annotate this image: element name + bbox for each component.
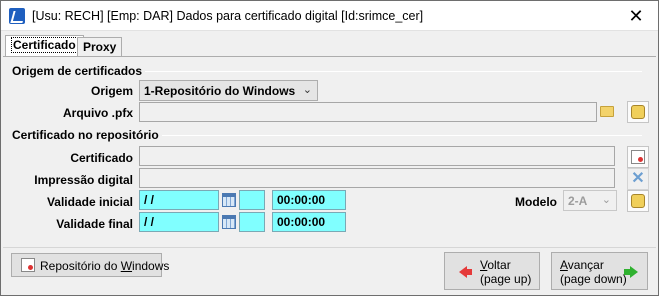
clear-x-icon: ✕ xyxy=(631,170,645,187)
certificate-icon xyxy=(631,150,645,164)
app-icon xyxy=(9,8,25,24)
lock-icon xyxy=(631,194,645,208)
tab-certificado-label: Certificado xyxy=(11,37,78,53)
lock-button-modelo[interactable] xyxy=(627,190,649,212)
dialog-window: [Usu: RECH] [Emp: DAR] Dados para certif… xyxy=(0,0,659,296)
arquivo-pfx-input[interactable] xyxy=(139,102,597,122)
section-title-repositorio: Certificado no repositório xyxy=(12,128,162,142)
arquivo-pfx-label: Arquivo .pfx xyxy=(62,106,133,120)
tab-certificado[interactable]: Certificado xyxy=(5,35,84,57)
calendar-icon[interactable] xyxy=(222,193,236,207)
certificate-button[interactable] xyxy=(627,146,649,168)
modelo-label: Modelo xyxy=(515,195,557,209)
origem-select[interactable]: 1-Repositório do Windows ⌄ xyxy=(139,80,318,101)
chevron-down-icon: ⌄ xyxy=(302,84,312,96)
validade-inicial-day-input[interactable] xyxy=(239,190,265,210)
validade-final-date-value: / / xyxy=(144,215,155,229)
window-title: [Usu: RECH] [Emp: DAR] Dados para certif… xyxy=(32,9,424,23)
impressao-digital-input[interactable] xyxy=(139,168,615,188)
folder-icon[interactable] xyxy=(600,106,614,117)
voltar-label-line1: Voltar xyxy=(480,258,511,272)
avancar-label-line1: Avançar xyxy=(560,258,604,272)
validade-final-time-value: 00:00:00 xyxy=(277,215,326,229)
impressao-digital-label: Impressão digital xyxy=(34,173,133,187)
repositorio-windows-label: Repositório do Windows xyxy=(40,259,170,273)
validade-inicial-date-input[interactable]: / / xyxy=(139,190,219,210)
repositorio-windows-button[interactable]: Repositório do Windows xyxy=(11,253,169,277)
footer-divider xyxy=(3,247,656,248)
lock-button-pfx[interactable] xyxy=(627,101,649,123)
clear-button[interactable]: ✕ xyxy=(627,168,649,190)
modelo-select[interactable]: 2-A ⌄ xyxy=(563,190,617,211)
calendar-icon[interactable] xyxy=(222,215,236,229)
validade-final-day-input[interactable] xyxy=(239,212,265,232)
validade-inicial-time-input[interactable]: 00:00:00 xyxy=(272,190,346,210)
origem-select-value: 1-Repositório do Windows xyxy=(144,84,296,98)
validade-inicial-time-value: 00:00:00 xyxy=(277,193,326,207)
section-title-origem: Origem de certificados xyxy=(12,64,146,78)
lock-icon xyxy=(631,105,645,119)
avancar-label-line2: (page down) xyxy=(560,272,627,286)
validade-final-label: Validade final xyxy=(56,217,133,231)
certificado-input[interactable] xyxy=(139,146,615,166)
validade-final-time-input[interactable]: 00:00:00 xyxy=(272,212,346,232)
validade-inicial-date-value: / / xyxy=(144,193,155,207)
arrow-left-icon xyxy=(459,266,472,278)
tab-proxy-label: Proxy xyxy=(83,40,117,54)
close-icon[interactable]: ✕ xyxy=(626,6,646,26)
voltar-label-line2: (page up) xyxy=(480,272,532,286)
voltar-button[interactable]: Voltar (page up) xyxy=(444,252,540,290)
tab-proxy[interactable]: Proxy xyxy=(77,37,123,57)
arrow-right-icon xyxy=(624,266,638,278)
title-bar: [Usu: RECH] [Emp: DAR] Dados para certif… xyxy=(1,1,658,31)
origem-label: Origem xyxy=(90,84,133,98)
validade-inicial-label: Validade inicial xyxy=(46,195,133,209)
validade-final-date-input[interactable]: / / xyxy=(139,212,219,232)
chevron-down-icon: ⌄ xyxy=(601,194,611,206)
certificado-label: Certificado xyxy=(70,151,133,165)
avancar-button[interactable]: Avançar (page down) xyxy=(551,252,648,290)
modelo-select-value: 2-A xyxy=(568,194,588,208)
certificate-icon xyxy=(21,258,35,272)
